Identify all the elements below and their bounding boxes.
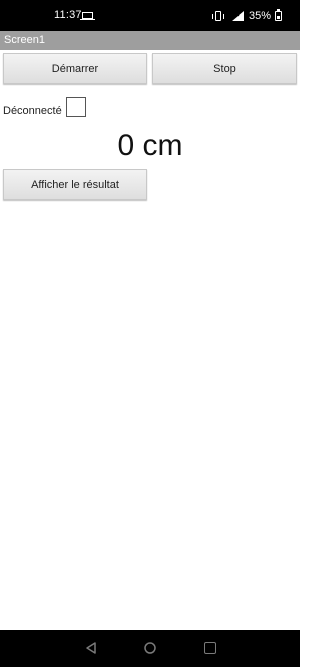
laptop-icon xyxy=(80,12,95,20)
connection-checkbox[interactable] xyxy=(66,97,86,117)
back-icon[interactable] xyxy=(84,641,98,655)
battery-percentage: 35% xyxy=(249,10,272,22)
start-button[interactable]: Démarrer xyxy=(3,53,147,84)
home-icon[interactable] xyxy=(143,641,157,655)
stop-button[interactable]: Stop xyxy=(152,53,297,84)
status-time: 11:37 xyxy=(54,9,82,21)
signal-icon xyxy=(232,11,244,21)
recent-apps-icon[interactable] xyxy=(204,642,216,654)
vibrate-icon xyxy=(212,11,224,21)
title-bar: Screen1 xyxy=(0,31,300,50)
battery-icon xyxy=(275,9,282,21)
distance-readout: 0 cm xyxy=(117,129,183,162)
connection-status-label: Déconnecté xyxy=(3,105,62,117)
status-bar: 11:37 35% xyxy=(0,0,300,31)
show-result-button[interactable]: Afficher le résultat xyxy=(3,169,147,200)
navigation-bar xyxy=(0,630,300,667)
screen-title: Screen1 xyxy=(4,34,45,46)
